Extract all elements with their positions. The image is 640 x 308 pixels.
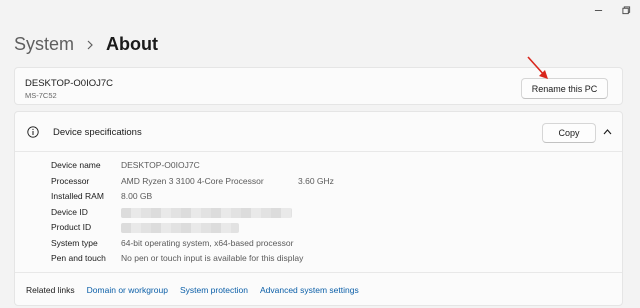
redacted-device-id [121,207,292,218]
link-advanced-system-settings[interactable]: Advanced system settings [260,285,359,295]
spec-label: Device name [51,160,101,170]
arrow-annotation-icon [527,56,548,79]
link-system-protection[interactable]: System protection [180,285,248,295]
related-links-title: Related links [26,285,75,295]
chevron-right-icon [86,40,94,50]
spec-label: Processor [51,175,90,186]
rename-pc-button[interactable]: Rename this PC [521,78,608,99]
spec-value: 8.00 GB [121,191,153,201]
page-title: About [106,34,158,54]
spec-label: Installed RAM [51,191,104,201]
spec-value: No pen or touch input is available for t… [121,253,304,263]
spec-label: System type [51,237,98,248]
minimize-icon [594,9,602,11]
chevron-up-icon[interactable] [603,128,612,135]
spec-title: Device specifications [53,127,142,138]
breadcrumb-system[interactable]: System [14,34,74,55]
link-domain-workgroup[interactable]: Domain or workgroup [87,285,168,295]
pc-model: MS-7C52 [25,91,57,100]
minimize-button[interactable] [584,0,612,20]
maximize-icon [621,5,630,14]
breadcrumb: System About [14,34,158,55]
redacted-product-id [121,223,239,233]
spec-label: Product ID [51,222,92,232]
spec-value: 64-bit operating system, x64-based proce… [121,237,294,248]
processor-speed: 3.60 GHz [298,175,334,186]
related-links-bar: Related links Domain or workgroup System… [15,272,622,307]
spec-value: DESKTOP-O0IOJ7C [121,160,200,170]
spec-value: AMD Ryzen 3 3100 4-Core Processor [121,175,264,186]
spec-label: Device ID [51,206,88,217]
info-icon [27,126,39,138]
maximize-button[interactable] [612,0,640,20]
spec-label: Pen and touch [51,253,106,263]
spec-header[interactable]: Device specifications Copy [15,112,622,152]
device-specifications-card: Device specifications Copy Device name D… [14,111,623,306]
window-controls [584,0,640,22]
pc-name: DESKTOP-O0IOJ7C [25,78,113,89]
copy-button[interactable]: Copy [542,123,596,143]
